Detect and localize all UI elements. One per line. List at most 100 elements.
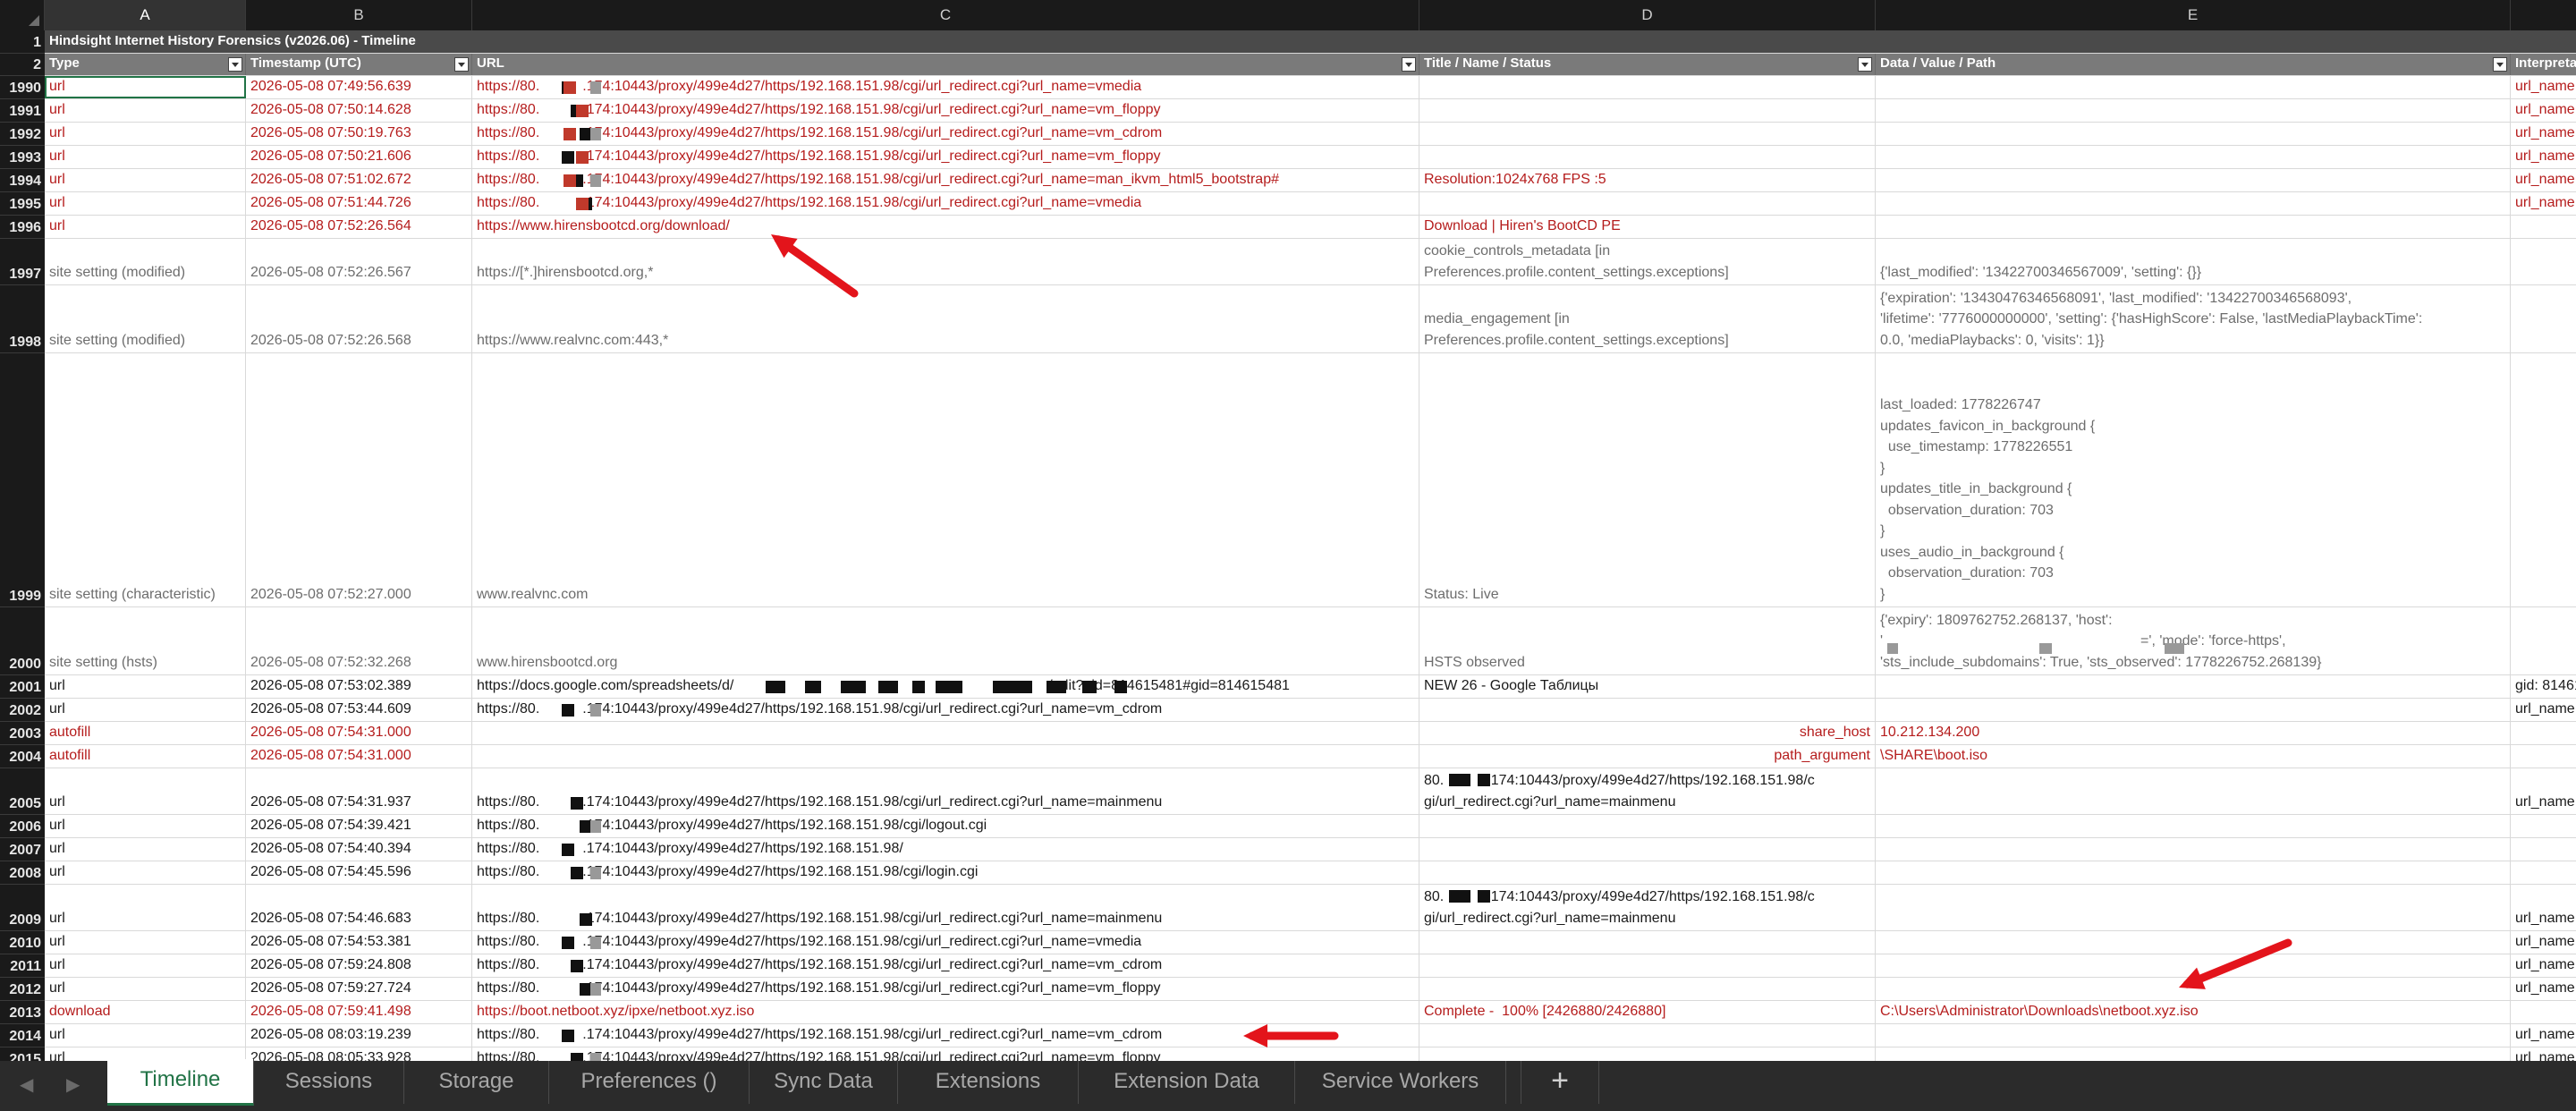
header-type[interactable]: Type bbox=[45, 54, 246, 75]
table-row[interactable]: autofill 2026-05-08 07:54:31.000 share_hos… bbox=[45, 722, 2576, 745]
cell-interpretation[interactable] bbox=[2511, 239, 2576, 284]
filter-dropdown-icon[interactable] bbox=[454, 57, 469, 72]
cell-data[interactable]: {'expiry': 1809762752.268137, 'host': ' … bbox=[1876, 607, 2511, 674]
cell-type[interactable]: url bbox=[45, 123, 246, 145]
cell-title[interactable]: Download | Hiren's BootCD PE bbox=[1419, 216, 1876, 238]
cell-type[interactable]: site setting (modified) bbox=[45, 285, 246, 352]
row-header[interactable]: 2014 bbox=[0, 1024, 45, 1047]
row-header[interactable]: 2001 bbox=[0, 675, 45, 699]
cell-url[interactable] bbox=[472, 745, 1419, 768]
add-sheet-button[interactable]: + bbox=[1521, 1061, 1599, 1104]
cell-data[interactable]: last_loaded: 1778226747 updates_favicon_… bbox=[1876, 353, 2511, 606]
cell-data[interactable] bbox=[1876, 768, 2511, 814]
cell-timestamp[interactable]: 2026-05-08 07:59:24.808 bbox=[246, 954, 472, 977]
cell-url[interactable]: https://www.hirensbootcd.org/download/ bbox=[472, 216, 1419, 238]
cell-interpretation[interactable] bbox=[2511, 745, 2576, 768]
table-row[interactable]: site setting (characteristic) 2026-05-08 … bbox=[45, 353, 2576, 607]
cell-interpretation[interactable] bbox=[2511, 1001, 2576, 1023]
cell-type[interactable]: site setting (characteristic) bbox=[45, 353, 246, 606]
cell-timestamp[interactable]: 2026-05-08 07:54:39.421 bbox=[246, 815, 472, 837]
row-header[interactable]: 2008 bbox=[0, 861, 45, 885]
cell-timestamp[interactable]: 2026-05-08 07:50:19.763 bbox=[246, 123, 472, 145]
cell-interpretation[interactable]: url_name: man_ikvm_html5_bootstrap bbox=[2511, 169, 2576, 191]
table-row[interactable]: url 2026-05-08 07:53:02.389 https://docs.g… bbox=[45, 675, 2576, 699]
cell-interpretation[interactable] bbox=[2511, 216, 2576, 238]
table-row[interactable]: url 2026-05-08 07:49:56.639 https://80. .1… bbox=[45, 76, 2576, 99]
cell-url[interactable]: https://80. .174:10443/proxy/499e4d27/ht… bbox=[472, 931, 1419, 954]
row-header[interactable]: 1995 bbox=[0, 192, 45, 216]
cell-timestamp[interactable]: 2026-05-08 07:52:27.000 bbox=[246, 353, 472, 606]
cell-interpretation[interactable]: url_name: vm_floppy bbox=[2511, 978, 2576, 1000]
column-header-d[interactable]: D bbox=[1419, 0, 1876, 30]
cell-title[interactable] bbox=[1419, 815, 1876, 837]
cell-data[interactable]: {'expiration': '13430476346568091', 'las… bbox=[1876, 285, 2511, 352]
cell-interpretation[interactable] bbox=[2511, 607, 2576, 674]
cell-interpretation[interactable]: url_name: vm_floppy bbox=[2511, 99, 2576, 122]
cell-timestamp[interactable]: 2026-05-08 07:59:41.498 bbox=[246, 1001, 472, 1023]
cell-data[interactable] bbox=[1876, 838, 2511, 861]
cell-type[interactable]: site setting (hsts) bbox=[45, 607, 246, 674]
header-interpretation[interactable]: Interpretation bbox=[2511, 54, 2576, 75]
cell-timestamp[interactable]: 2026-05-08 07:59:27.724 bbox=[246, 978, 472, 1000]
cell-url[interactable]: https://80. .174:10443/proxy/499e4d27/ht… bbox=[472, 146, 1419, 168]
cell-data[interactable]: \SHARE\boot.iso bbox=[1876, 745, 2511, 768]
cell-interpretation[interactable]: url_name: mainmenu bbox=[2511, 885, 2576, 930]
cell-data[interactable] bbox=[1876, 76, 2511, 98]
cell-type[interactable]: url bbox=[45, 146, 246, 168]
cell-title[interactable]: NEW 26 - Google Таблицы bbox=[1419, 675, 1876, 698]
cell-type[interactable]: autofill bbox=[45, 745, 246, 768]
cell-type[interactable]: url bbox=[45, 169, 246, 191]
table-row[interactable]: url 2026-05-08 07:54:45.596 https://80. .1… bbox=[45, 861, 2576, 885]
cell-title[interactable] bbox=[1419, 99, 1876, 122]
cell-data[interactable]: {'last_modified': '13422700346567009', '… bbox=[1876, 239, 2511, 284]
cell-interpretation[interactable]: url_name: vmedia bbox=[2511, 931, 2576, 954]
cell-title[interactable] bbox=[1419, 978, 1876, 1000]
cell-timestamp[interactable]: 2026-05-08 07:49:56.639 bbox=[246, 76, 472, 98]
cell-type[interactable]: site setting (modified) bbox=[45, 239, 246, 284]
row-header[interactable]: 1991 bbox=[0, 99, 45, 123]
cell-interpretation[interactable]: url_name: mainmenu bbox=[2511, 768, 2576, 814]
cell-data[interactable]: 10.212.134.200 bbox=[1876, 722, 2511, 744]
cell-type[interactable]: url bbox=[45, 76, 246, 98]
cell-type[interactable]: url bbox=[45, 838, 246, 861]
cell-url[interactable]: https://80. .174:10443/proxy/499e4d27/ht… bbox=[472, 99, 1419, 122]
cell-type[interactable]: url bbox=[45, 192, 246, 215]
cell-type[interactable]: url bbox=[45, 675, 246, 698]
cell-data[interactable] bbox=[1876, 699, 2511, 721]
cell-data[interactable] bbox=[1876, 1047, 2511, 1061]
filter-dropdown-icon[interactable] bbox=[228, 57, 242, 72]
cell-title[interactable]: Resolution:1024x768 FPS :5 bbox=[1419, 169, 1876, 191]
cell-interpretation[interactable] bbox=[2511, 722, 2576, 744]
cell-url[interactable]: https://[*.]hirensbootcd.org,* bbox=[472, 239, 1419, 284]
cell-timestamp[interactable]: 2026-05-08 07:52:26.567 bbox=[246, 239, 472, 284]
row-header[interactable]: 2015 bbox=[0, 1047, 45, 1061]
cell-timestamp[interactable]: 2026-05-08 07:53:02.389 bbox=[246, 675, 472, 698]
cell-timestamp[interactable]: 2026-05-08 07:52:26.568 bbox=[246, 285, 472, 352]
cell-title[interactable]: path_argument bbox=[1419, 745, 1876, 768]
row-header[interactable]: 2009 bbox=[0, 885, 45, 931]
cell-type[interactable]: url bbox=[45, 768, 246, 814]
row-header[interactable]: 2 bbox=[0, 54, 45, 76]
sheet-tab-storage[interactable]: Storage bbox=[404, 1061, 549, 1104]
table-row[interactable]: url 2026-05-08 07:54:40.394 https://80. .1… bbox=[45, 838, 2576, 861]
cell-type[interactable]: url bbox=[45, 699, 246, 721]
cell-url[interactable]: https://80. .174:10443/proxy/499e4d27/ht… bbox=[472, 76, 1419, 98]
cell-timestamp[interactable]: 2026-05-08 07:54:53.381 bbox=[246, 931, 472, 954]
row-header[interactable]: 1997 bbox=[0, 239, 45, 285]
table-row[interactable]: autofill 2026-05-08 07:54:31.000 path_argu… bbox=[45, 745, 2576, 768]
cell-url[interactable]: www.realvnc.com bbox=[472, 353, 1419, 606]
cell-interpretation[interactable]: url_name: vmedia bbox=[2511, 192, 2576, 215]
filter-dropdown-icon[interactable] bbox=[1402, 57, 1416, 72]
cell-timestamp[interactable]: 2026-05-08 07:51:02.672 bbox=[246, 169, 472, 191]
cell-title[interactable]: media_engagement [in Preferences.profile… bbox=[1419, 285, 1876, 352]
cell-timestamp[interactable]: 2026-05-08 07:54:31.000 bbox=[246, 745, 472, 768]
cell-title[interactable]: Status: Live bbox=[1419, 353, 1876, 606]
cell-url[interactable]: https://www.realvnc.com:443,* bbox=[472, 285, 1419, 352]
cell-timestamp[interactable]: 2026-05-08 07:54:31.000 bbox=[246, 722, 472, 744]
cell-type[interactable]: url bbox=[45, 861, 246, 884]
cell-title[interactable] bbox=[1419, 861, 1876, 884]
column-header-e[interactable]: E bbox=[1876, 0, 2511, 30]
row-header[interactable]: 1990 bbox=[0, 76, 45, 99]
row-header[interactable]: 2004 bbox=[0, 745, 45, 768]
row-header[interactable]: 2012 bbox=[0, 978, 45, 1001]
